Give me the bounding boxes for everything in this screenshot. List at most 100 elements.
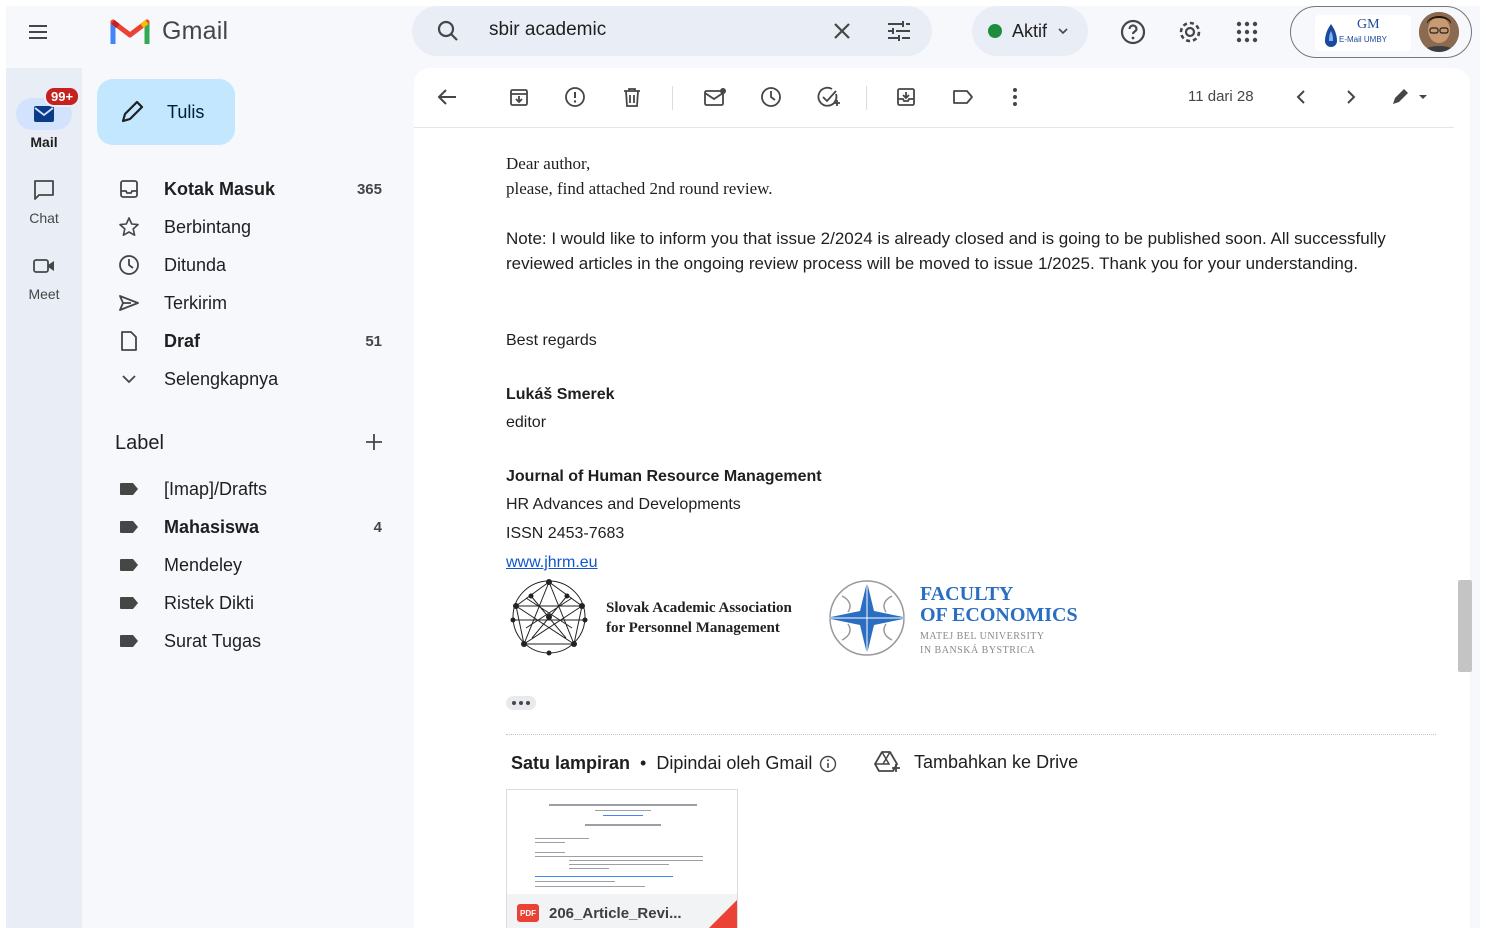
attachments-count: Satu lampiran	[511, 753, 631, 773]
sidebar-label-surat-tugas[interactable]: Surat Tugas	[82, 624, 412, 658]
newer-chevron-left-icon[interactable]	[1288, 84, 1314, 110]
more-options-icon[interactable]	[1002, 84, 1028, 110]
older-chevron-right-icon[interactable]	[1338, 84, 1364, 110]
sidebar-item-inbox[interactable]: Kotak Masuk 365	[82, 172, 412, 206]
chevron-down-icon	[118, 368, 140, 390]
journal-website-link[interactable]: www.jhrm.eu	[506, 554, 598, 572]
email-closing: Best regards	[506, 332, 597, 349]
avatar[interactable]	[1419, 12, 1459, 52]
account-button[interactable]: GM E-Mail UMBY	[1290, 6, 1472, 58]
delete-trash-icon[interactable]	[619, 84, 645, 110]
rail-chat[interactable]: Chat	[6, 174, 82, 226]
scanned-label: Dipindai oleh Gmail	[656, 753, 813, 773]
network-globe-logo	[510, 579, 588, 656]
google-apps-icon[interactable]	[1231, 16, 1263, 48]
rail-mail-label: Mail	[30, 134, 58, 150]
search-icon[interactable]	[436, 19, 460, 43]
sidebar-item-drafts[interactable]: Draf 51	[82, 324, 412, 358]
app-rail: 99+ Mail Chat Meet	[6, 68, 82, 928]
gmail-m-icon	[110, 19, 150, 44]
main-menu-button[interactable]	[20, 14, 56, 50]
status-selector[interactable]: Aktif	[972, 6, 1088, 56]
message-scrollbar[interactable]	[1458, 580, 1472, 672]
label-tag-icon	[118, 592, 140, 614]
status-label: Aktif	[1012, 20, 1048, 41]
gmail-logo[interactable]: Gmail	[110, 16, 228, 46]
draft-icon	[118, 330, 140, 352]
hamburger-icon	[29, 25, 47, 39]
faculty-logo-line1: FACULTY	[920, 583, 1014, 605]
help-icon[interactable]	[1117, 16, 1149, 48]
top-bar: Gmail sbir academic Aktif GM E-Mail UMBY	[6, 6, 1480, 68]
report-spam-icon[interactable]	[562, 84, 588, 110]
unread-badge: 99+	[44, 86, 81, 107]
sidebar-label-ristek-dikti[interactable]: Ristek Dikti	[82, 586, 412, 620]
video-camera-icon	[33, 259, 54, 273]
info-icon[interactable]	[819, 755, 837, 773]
sidebar-label-mahasiswa[interactable]: Mahasiswa 4	[82, 510, 412, 544]
pagination-text: 11 dari 28	[1188, 88, 1254, 105]
add-to-drive-button[interactable]: Tambahkan ke Drive	[874, 750, 1078, 774]
archive-icon[interactable]	[506, 84, 532, 110]
rail-meet[interactable]: Meet	[6, 250, 82, 302]
settings-gear-icon[interactable]	[1174, 16, 1206, 48]
sidebar-label-imap-drafts[interactable]: [Imap]/Drafts	[82, 472, 412, 506]
input-tools-pen-icon[interactable]	[1386, 84, 1436, 110]
compose-label: Tulis	[167, 101, 205, 122]
journal-subtitle: HR Advances and Developments	[506, 496, 741, 513]
rail-meet-icon-wrap	[16, 250, 72, 282]
message-view: 11 dari 28 Dear author, please, find att…	[414, 68, 1470, 928]
email-intro: please, find attached 2nd round review.	[506, 179, 773, 198]
sidebar-item-starred[interactable]: Berbintang	[82, 210, 412, 244]
add-label-button[interactable]	[364, 432, 384, 452]
saa-logo-line1: Slovak Academic Association	[606, 600, 792, 616]
snooze-clock-icon[interactable]	[758, 84, 784, 110]
sidebar-item-count: 365	[356, 180, 382, 198]
chat-icon	[34, 180, 54, 200]
search-bar[interactable]: sbir academic	[412, 6, 932, 56]
rail-mail-icon-wrap: 99+	[16, 86, 81, 130]
rail-mail[interactable]: 99+ Mail	[6, 86, 82, 150]
sidebar-item-label: Draf	[164, 330, 201, 351]
organization-logo-subtext: E-Mail UMBY	[1339, 35, 1388, 44]
organization-logo-text: GM	[1357, 17, 1380, 32]
search-input[interactable]: sbir academic	[489, 19, 606, 41]
mark-unread-icon[interactable]	[702, 84, 728, 110]
sidebar-item-label: Surat Tugas	[164, 630, 262, 651]
add-to-drive-label: Tambahkan ke Drive	[914, 751, 1079, 772]
sidebar-item-label: Berbintang	[164, 216, 252, 237]
plus-icon	[366, 434, 382, 450]
pencil-icon	[121, 100, 144, 123]
sidebar-item-label: Kotak Masuk	[164, 178, 276, 199]
saa-logo-line2: for Personnel Management	[606, 620, 780, 636]
sidebar-item-snoozed[interactable]: Ditunda	[82, 248, 412, 282]
move-to-icon[interactable]	[893, 84, 919, 110]
search-options-icon[interactable]	[886, 19, 912, 43]
email-note: Note: I would like to inform you that is…	[506, 229, 1386, 273]
sidebar-item-label: Terkirim	[164, 292, 227, 313]
toolbar-divider	[866, 86, 867, 110]
clear-search-icon[interactable]	[830, 19, 854, 43]
attachments-separator: •	[640, 753, 647, 773]
sidebar-label-mendeley[interactable]: Mendeley	[82, 548, 412, 582]
journal-name: Journal of Human Resource Management	[506, 468, 822, 485]
organization-logo: GM E-Mail UMBY	[1315, 15, 1411, 51]
sidebar-item-count: 51	[365, 332, 382, 350]
drive-add-icon	[874, 751, 900, 772]
sidebar-item-count: 4	[373, 518, 382, 536]
rail-meet-label: Meet	[28, 286, 60, 302]
back-arrow-icon[interactable]	[434, 84, 460, 110]
pdf-corner-fold	[707, 900, 737, 928]
attachment-card[interactable]: PDF 206_Article_Revi...	[506, 789, 738, 928]
faculty-logo-sub1: MATEJ BEL UNIVERSITY	[920, 631, 1045, 642]
sidebar-item-sent[interactable]: Terkirim	[82, 286, 412, 320]
umby-flame-icon	[1325, 24, 1337, 47]
journal-issn: ISSN 2453-7683	[506, 525, 625, 542]
show-trimmed-content-button[interactable]	[506, 696, 536, 710]
sidebar-item-more[interactable]: Selengkapnya	[82, 362, 412, 396]
label-icon[interactable]	[950, 84, 976, 110]
compose-button[interactable]: Tulis	[97, 79, 235, 145]
faculty-logo-sub2: IN BANSKÁ BYSTRICA	[920, 645, 1036, 656]
add-to-tasks-icon[interactable]	[816, 84, 842, 110]
app-name: Gmail	[162, 16, 229, 45]
